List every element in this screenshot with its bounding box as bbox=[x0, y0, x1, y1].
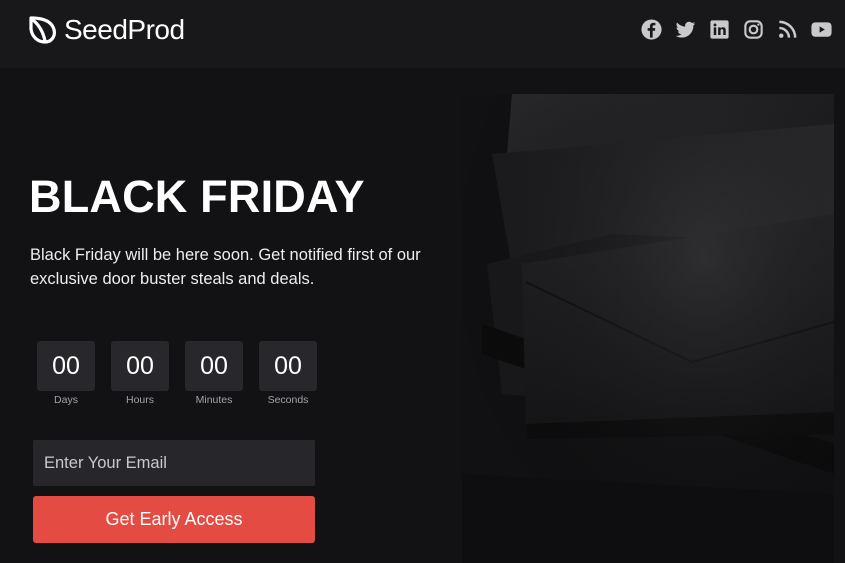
brand-name: SeedProd bbox=[64, 14, 185, 45]
countdown-days-label: Days bbox=[54, 394, 78, 406]
email-field[interactable] bbox=[33, 440, 315, 486]
facebook-icon[interactable] bbox=[640, 18, 663, 41]
seedprod-leaf-icon bbox=[29, 16, 57, 44]
youtube-icon[interactable] bbox=[810, 18, 833, 41]
countdown-seconds: 00 Seconds bbox=[259, 341, 317, 406]
linkedin-icon[interactable] bbox=[708, 18, 731, 41]
rss-icon[interactable] bbox=[776, 18, 799, 41]
countdown-minutes-value: 00 bbox=[185, 341, 243, 391]
countdown-hours-value: 00 bbox=[111, 341, 169, 391]
countdown-minutes-label: Minutes bbox=[195, 394, 233, 406]
countdown-seconds-value: 00 bbox=[259, 341, 317, 391]
brand-logo[interactable]: SeedProd bbox=[28, 12, 185, 48]
countdown-hours-label: Hours bbox=[125, 394, 154, 406]
site-header: SeedProd bbox=[0, 0, 845, 68]
countdown-seconds-label: Seconds bbox=[267, 394, 309, 406]
twitter-icon[interactable] bbox=[674, 18, 697, 41]
black-envelopes-image bbox=[462, 94, 834, 563]
get-early-access-button[interactable]: Get Early Access bbox=[33, 496, 315, 543]
countdown-days: 00 Days bbox=[37, 341, 95, 406]
page-title: BLACK FRIDAY bbox=[29, 171, 365, 222]
countdown-minutes: 00 Minutes bbox=[185, 341, 243, 406]
social-links bbox=[640, 18, 833, 41]
hero-description: Black Friday will be here soon. Get noti… bbox=[30, 246, 421, 288]
countdown-timer: 00 Days 00 Hours 00 Minutes 00 Seconds bbox=[37, 341, 317, 406]
countdown-hours: 00 Hours bbox=[111, 341, 169, 406]
countdown-days-value: 00 bbox=[37, 341, 95, 391]
instagram-icon[interactable] bbox=[742, 18, 765, 41]
